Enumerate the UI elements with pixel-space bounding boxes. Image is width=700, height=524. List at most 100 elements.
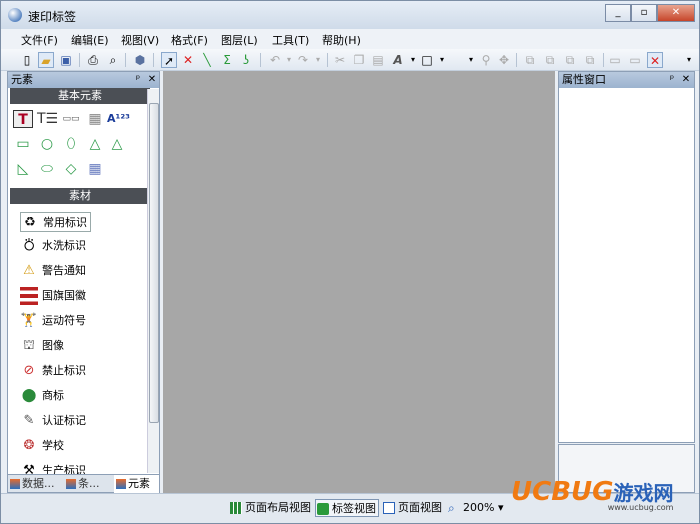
layer-backward-icon[interactable]: ⧉ — [582, 52, 598, 68]
paste-icon[interactable]: ▤ — [370, 52, 386, 68]
property-pin-icon[interactable]: ᵖ — [666, 72, 678, 88]
material-common[interactable]: ♻ 常用标识 — [20, 212, 91, 232]
diamond-icon[interactable]: ◇ — [61, 160, 81, 178]
panel-close-icon[interactable]: ✕ — [146, 72, 158, 88]
warning-icon: ⚠ — [23, 263, 35, 278]
menu-bar: 文件(F) 编辑(E) 视图(V) 格式(F) 图层(L) 工具(T) 帮助(H… — [1, 29, 699, 49]
zoom-select[interactable]: ⌕ 200% ▾ — [447, 499, 513, 517]
delete-icon[interactable]: ✕ — [647, 52, 663, 68]
tab-barcode[interactable]: 条... — [64, 475, 112, 493]
menu-layer[interactable]: 图层(L) — [221, 32, 258, 48]
border-icon[interactable]: □ — [419, 52, 435, 68]
save-icon[interactable]: ▣ — [58, 52, 74, 68]
print-icon[interactable]: ⎙ — [85, 52, 101, 68]
toolbar-overflow-icon[interactable]: ▾ — [681, 52, 697, 68]
layout-view-button[interactable]: 页面布局视图 — [229, 499, 313, 517]
minimize-button[interactable]: _ — [605, 4, 631, 22]
scrollbar-thumb[interactable] — [149, 103, 159, 423]
database-icon[interactable]: ⬢ — [132, 52, 148, 68]
ungroup-icon[interactable]: ▭ — [627, 52, 643, 68]
recycle-icon: ♻ — [24, 215, 36, 230]
elements-scrollbar[interactable] — [147, 89, 159, 473]
rectangle-icon[interactable]: ▭ — [13, 135, 33, 153]
select-arrow-icon[interactable]: ➚ — [161, 52, 177, 68]
property-close-icon[interactable]: ✕ — [680, 72, 692, 88]
material-trademark[interactable]: ⬤ 商标 — [20, 386, 64, 406]
material-image[interactable]: ⛫ 图像 — [20, 336, 64, 356]
material-flags[interactable]: 国旗国徽 — [20, 286, 86, 306]
distribute-icon[interactable]: ✥ — [496, 52, 512, 68]
line-width-dropdown-icon[interactable]: ▾ — [463, 52, 479, 68]
group-icon[interactable]: ▭ — [607, 52, 623, 68]
property-panel: 属性窗口 ᵖ ✕ — [558, 71, 695, 443]
triangle-outline-icon[interactable]: △ — [85, 135, 105, 153]
material-school[interactable]: ❂ 学校 — [20, 436, 64, 456]
layer-front-icon[interactable]: ⧉ — [522, 52, 538, 68]
material-washing[interactable]: ⛣ 水洗标识 — [20, 236, 86, 256]
page-view-button[interactable]: 页面视图 — [382, 499, 442, 517]
text-element-icon[interactable]: T — [13, 110, 33, 128]
table-grid-icon[interactable]: ▦ — [85, 160, 105, 178]
property-panel-header: 属性窗口 ᵖ ✕ — [559, 72, 694, 88]
window-title: 速印标签 — [28, 10, 77, 24]
redo-dropdown-icon[interactable]: ▾ — [310, 52, 326, 68]
close-button[interactable]: ✕ — [657, 4, 695, 22]
cross-tool-icon[interactable]: ✕ — [180, 52, 196, 68]
ellipse-icon[interactable]: ⬯ — [61, 135, 81, 153]
restore-button[interactable]: ▫ — [631, 4, 657, 22]
layer-forward-icon[interactable]: ⧉ — [562, 52, 578, 68]
trademark-icon: ⬤ — [21, 388, 37, 403]
washing-icon: ⛣ — [22, 238, 36, 253]
elements-panel: 元素 ᵖ ✕ 基本元素 T T☰ ▭▭ ▦ A¹²³ ▭ ○ ⬯ △ △ ◺ ⬭… — [7, 71, 160, 493]
watermark: UCBUG游戏网 www.ucbug.com — [511, 477, 673, 512]
material-prohibited[interactable]: ⊘ 禁止标识 — [20, 361, 86, 381]
print-preview-icon[interactable]: ⌕ — [105, 52, 121, 68]
watermark-brand: UCBUG — [511, 477, 614, 507]
material-production[interactable]: ⚒ 生产标识 — [20, 461, 86, 475]
polyline-tool-icon[interactable]: ⵉ — [219, 52, 235, 68]
align-tree-icon[interactable]: ⚲ — [478, 52, 494, 68]
new-file-icon[interactable]: ▯ — [19, 52, 35, 68]
multiline-text-icon[interactable]: T☰ — [37, 110, 58, 128]
menu-edit[interactable]: 编辑(E) — [71, 32, 109, 48]
menu-help[interactable]: 帮助(H) — [322, 32, 361, 48]
menu-file[interactable]: 文件(F) — [21, 32, 58, 48]
elements-tab-icon — [116, 479, 126, 489]
triangle-icon[interactable]: △ — [107, 135, 127, 153]
label-view-button[interactable]: 标签视图 — [315, 499, 379, 517]
basic-elements-header[interactable]: 基本元素 — [10, 88, 150, 104]
material-warning[interactable]: ⚠ 警告通知 — [20, 261, 86, 281]
circle-icon[interactable]: ○ — [37, 135, 57, 153]
tab-data[interactable]: 数据... — [8, 475, 62, 493]
copy-icon[interactable]: ❐ — [351, 52, 367, 68]
page-view-icon — [383, 502, 395, 514]
qrcode-icon[interactable]: ▦ — [85, 110, 105, 128]
tab-elements[interactable]: 元素 — [114, 475, 159, 493]
menu-view[interactable]: 视图(V) — [121, 32, 159, 48]
menu-format[interactable]: 格式(F) — [171, 32, 208, 48]
cut-icon[interactable]: ✂ — [332, 52, 348, 68]
rounded-ellipse-icon[interactable]: ⬭ — [37, 160, 57, 178]
layer-back-icon[interactable]: ⧉ — [542, 52, 558, 68]
redo-icon[interactable]: ↷ — [295, 52, 311, 68]
text-style-icon[interactable]: A — [390, 52, 406, 68]
material-header[interactable]: 素材 — [10, 188, 150, 204]
border-dropdown-icon[interactable]: ▾ — [434, 52, 450, 68]
panel-tabs: 数据... 条... 元素 — [8, 474, 159, 493]
line-tool-icon[interactable]: ╲ — [199, 52, 215, 68]
right-triangle-icon[interactable]: ◺ — [13, 160, 33, 178]
app-window: 速印标签 _ ▫ ✕ 文件(F) 编辑(E) 视图(V) 格式(F) 图层(L)… — [0, 0, 700, 524]
material-certification[interactable]: ✎ 认证标记 — [20, 411, 86, 431]
counter-text-icon[interactable]: A¹²³ — [107, 110, 130, 128]
app-icon — [8, 8, 22, 22]
data-tab-icon — [10, 479, 20, 489]
toolbar: ▯ ▰ ▣ ⎙ ⌕ ⬢ ➚ ✕ ╲ ⵉ ʖ ↶ ▾ ↷ ▾ ✂ ❐ ▤ A ▾ … — [1, 49, 699, 71]
layout-view-icon — [230, 502, 242, 514]
curve-tool-icon[interactable]: ʖ — [238, 52, 254, 68]
material-sports[interactable]: 🏋 运动符号 — [20, 311, 86, 331]
open-folder-icon[interactable]: ▰ — [38, 52, 54, 68]
design-canvas[interactable] — [163, 71, 555, 493]
pin-icon[interactable]: ᵖ — [132, 72, 144, 88]
barcode-icon[interactable]: ▭▭ — [61, 110, 81, 128]
menu-tools[interactable]: 工具(T) — [272, 32, 309, 48]
